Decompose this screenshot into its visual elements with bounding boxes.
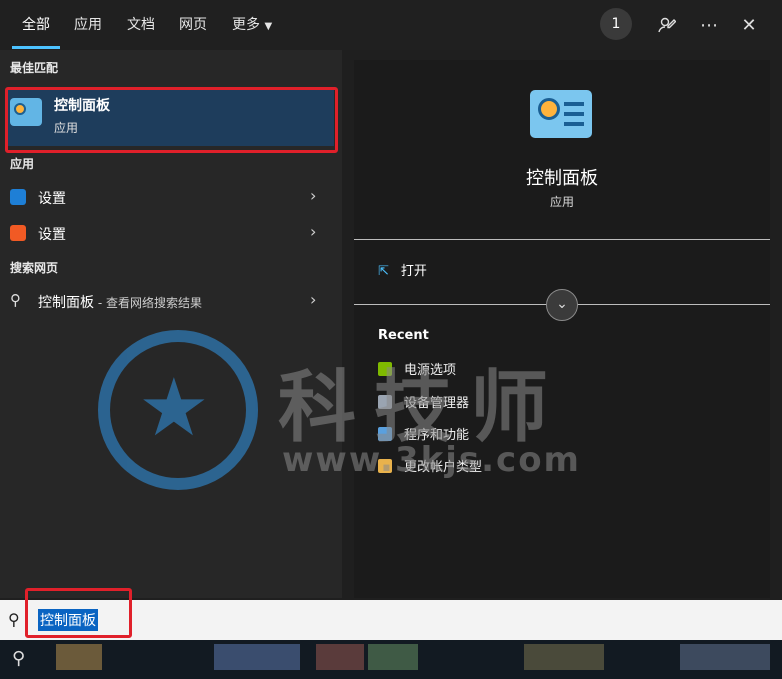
web-result-query: 控制面板 <box>38 295 94 311</box>
active-tab-indicator <box>12 46 60 49</box>
tab-apps[interactable]: 应用 <box>74 14 102 34</box>
open-external-icon: ⇱ <box>378 264 389 279</box>
watermark-logo: ★ <box>98 330 258 490</box>
preview-subtitle: 应用 <box>549 195 574 209</box>
tab-all[interactable]: 全部 <box>22 14 50 34</box>
sogou-icon <box>10 225 26 241</box>
tab-more-label: 更多 <box>232 17 260 33</box>
web-result-text: 控制面板 - 查看网络搜索结果 <box>38 292 202 312</box>
app-result-sogou-settings[interactable]: 设置 › <box>0 216 342 250</box>
app-result-settings[interactable]: 设置 › <box>0 180 342 214</box>
search-icon: ⚲ <box>10 291 21 309</box>
tab-more[interactable]: 更多 ▼ <box>232 14 272 34</box>
search-tab-bar: 全部 应用 文档 网页 更多 ▼ 1 ⋯ ✕ <box>0 0 782 50</box>
tab-documents[interactable]: 文档 <box>127 14 155 34</box>
divider <box>354 239 770 240</box>
web-result-hint: - 查看网络搜索结果 <box>94 296 202 310</box>
taskbar-app-icon[interactable] <box>524 644 604 670</box>
taskbar-app-icon[interactable] <box>368 644 418 670</box>
web-search-heading: 搜索网页 <box>10 261 59 275</box>
rewards-badge[interactable]: 1 <box>600 8 632 40</box>
close-icon[interactable]: ✕ <box>736 12 762 38</box>
highlight-box-search <box>25 588 132 638</box>
gear-icon <box>10 189 26 205</box>
open-action[interactable]: ⇱ 打开 <box>378 260 427 279</box>
expand-chevron-button[interactable]: ⌄ <box>546 289 578 321</box>
line-icon <box>564 102 584 106</box>
chevron-right-icon[interactable]: › <box>310 186 316 205</box>
line-icon <box>564 122 584 126</box>
star-icon: ★ <box>138 361 210 454</box>
taskbar-app-icon[interactable] <box>56 644 102 670</box>
feedback-icon[interactable] <box>654 12 680 38</box>
chevron-right-icon[interactable]: › <box>310 290 316 309</box>
watermark-url: www.3kjs.com <box>282 440 581 480</box>
taskbar-app-icon[interactable] <box>680 644 770 670</box>
chevron-right-icon[interactable]: › <box>310 222 316 241</box>
search-icon: ⚲ <box>8 610 20 629</box>
more-options-icon[interactable]: ⋯ <box>696 12 722 38</box>
tab-web[interactable]: 网页 <box>179 14 207 34</box>
chevron-down-icon: ▼ <box>264 21 273 32</box>
best-match-heading: 最佳匹配 <box>10 61 59 75</box>
taskbar-app-icon[interactable] <box>316 644 364 670</box>
taskbar-search-icon[interactable]: ⚲ <box>12 648 25 669</box>
recent-heading: Recent <box>378 328 429 343</box>
apps-heading: 应用 <box>10 157 35 171</box>
open-label: 打开 <box>400 264 427 279</box>
taskbar-app-icon[interactable] <box>214 644 300 670</box>
control-panel-large-icon <box>530 90 592 138</box>
web-search-result[interactable]: ⚲ 控制面板 - 查看网络搜索结果 › <box>0 284 342 318</box>
pie-chart-icon <box>538 98 560 120</box>
preview-title: 控制面板 <box>526 168 598 189</box>
app-result-label: 设置 <box>38 227 66 243</box>
highlight-box-best-match <box>5 87 338 153</box>
app-result-label: 设置 <box>38 191 66 207</box>
line-icon <box>564 112 584 116</box>
